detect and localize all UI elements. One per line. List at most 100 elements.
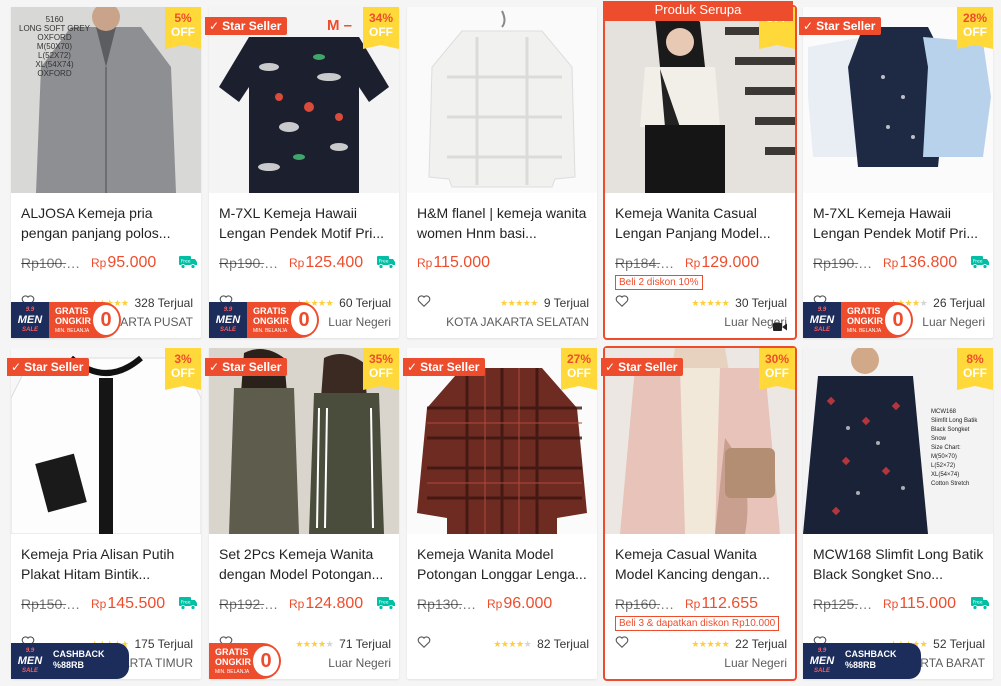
- star-seller-badge: ✓ Star Seller: [205, 358, 288, 376]
- discount-badge: 30% OFF: [759, 348, 795, 390]
- currency-label: Rp: [289, 256, 305, 270]
- men-sale-subtitle: SALE: [21, 668, 38, 674]
- price-value: 96.000: [503, 595, 553, 612]
- original-price: Rp100.000: [21, 255, 85, 271]
- shop-location: KOTA JAKARTA SELATAN: [446, 315, 589, 329]
- size-chart-line: Size Chart:: [931, 445, 961, 451]
- product-card[interactable]: Produk SerupaOFFKemeja Wanita Casual Len…: [603, 1, 797, 340]
- heart-outline-icon[interactable]: [615, 635, 629, 654]
- product-card[interactable]: ✓ Star Seller 3% OFF 9.9 MEN SALE CASHBACK %88RB…: [7, 348, 201, 679]
- product-title[interactable]: MCW168 Slimfit Long Batik Black Songket …: [813, 544, 985, 584]
- product-card[interactable]: 5% OFF 5160 LONG SOFT GREY OXFORD M(50X70) L(5…: [11, 7, 201, 338]
- product-title[interactable]: Set 2Pcs Kemeja Wanita dengan Model Poto…: [219, 544, 391, 584]
- size-chart-line: Slimfit Long Batik: [931, 418, 978, 424]
- discount-percent: 28%: [962, 11, 988, 25]
- currency-label: Rp: [487, 597, 503, 611]
- sale-price: Rp 95.000: [91, 254, 156, 272]
- discount-badge: 34% OFF: [363, 7, 399, 49]
- original-price: Rp130.863: [417, 596, 481, 612]
- product-card[interactable]: ✓ Star Seller 34% OFF M –9.9 MEN SALE GRATIS ONG…: [205, 7, 399, 338]
- svg-text:Free: Free: [379, 259, 389, 265]
- discount-percent: 35%: [368, 352, 394, 366]
- product-title[interactable]: H&M flanel | kemeja wanita women Hnm bas…: [417, 203, 589, 243]
- star-seller-badge: ✓ Star Seller: [601, 358, 684, 376]
- sale-price: Rp 145.500: [91, 595, 165, 613]
- product-card[interactable]: H&M flanel | kemeja wanita women Hnm bas…: [407, 7, 597, 338]
- discount-badge: 35% OFF: [363, 348, 399, 390]
- discount-percent: 5%: [174, 11, 192, 25]
- original-price: Rp184.286: [615, 255, 679, 271]
- product-grid: 5% OFF 5160 LONG SOFT GREY OXFORD M(50X70) L(5…: [0, 0, 1001, 686]
- men-sale-title: MEN: [17, 314, 43, 326]
- ongkir-label: ONGKIR: [253, 316, 289, 326]
- free-shipping-badge: GRATIS ONGKIR MIN. BELANJA 0: [841, 302, 913, 338]
- product-image[interactable]: [407, 7, 597, 193]
- product-card[interactable]: ✓ Star Seller 30% OFF Kemeja Casual Wanita M…: [601, 346, 797, 681]
- size-chart-line: XL(54X74): [35, 60, 74, 69]
- men-sale-title: MEN: [809, 655, 835, 667]
- price-value: 115.000: [899, 595, 956, 612]
- product-title[interactable]: Kemeja Wanita Casual Lengan Panjang Mode…: [615, 203, 787, 243]
- check-icon: ✓: [407, 360, 418, 374]
- product-title[interactable]: Kemeja Pria Alisan Putih Plakat Hitam Bi…: [21, 544, 193, 584]
- size-chart-line: M(50X70): [36, 42, 73, 51]
- price-value: 129.000: [701, 254, 760, 271]
- size-chart-line: L(52X72): [38, 51, 71, 60]
- men-sale-title: MEN: [215, 314, 241, 326]
- men-sale-badge: 9.9 MEN SALE: [803, 302, 841, 338]
- similar-products-banner[interactable]: Produk Serupa: [603, 1, 793, 21]
- currency-label: Rp: [289, 597, 305, 611]
- gratis-label: GRATIS: [215, 647, 249, 657]
- product-card[interactable]: ✓ Star Seller 35% OFF GRATIS ONGKIR MIN. BELAN…: [205, 348, 399, 679]
- original-price: Rp160.937: [615, 596, 679, 612]
- price-row: Rp150.0... Rp 145.500 Free: [21, 594, 197, 614]
- sold-count: 9 Terjual: [543, 296, 589, 310]
- size-chart-line: Cotton Stretch: [931, 481, 970, 487]
- price-row: Rp130.863 Rp 96.000: [417, 594, 593, 614]
- product-title[interactable]: M-7XL Kemeja Hawaii Lengan Pendek Motif …: [219, 203, 391, 243]
- price-row: Rp192.000 Rp 124.800 Free: [219, 594, 395, 614]
- heart-outline-icon[interactable]: [417, 635, 431, 654]
- size-chart-line: XL(54×74): [931, 472, 960, 478]
- product-title[interactable]: M-7XL Kemeja Hawaii Lengan Pendek Motif …: [813, 203, 985, 243]
- gratis-label: GRATIS: [253, 306, 287, 316]
- product-card[interactable]: ✓ Star Seller 28% OFF 9.9 MEN SALE GRATIS ONGKIR…: [799, 7, 993, 338]
- heart-outline-icon[interactable]: [615, 294, 629, 313]
- sold-count: 30 Terjual: [735, 296, 787, 310]
- currency-label: Rp: [883, 256, 899, 270]
- zero-amount: 0: [93, 305, 119, 335]
- cashback-label: CASHBACK: [53, 649, 105, 659]
- discount-off-label: OFF: [963, 25, 987, 39]
- zero-amount: 0: [291, 305, 317, 335]
- price-value: 124.800: [305, 595, 364, 612]
- men-sale-title: MEN: [809, 314, 835, 326]
- product-title[interactable]: Kemeja Casual Wanita Model Kancing denga…: [615, 544, 787, 584]
- rating-stars: ★★★★★: [493, 638, 532, 649]
- cashback-badge: CASHBACK %88RB: [841, 643, 921, 679]
- discount-off-label: OFF: [171, 366, 195, 380]
- product-title[interactable]: ALJOSA Kemeja pria pengan panjang polos.…: [21, 203, 193, 243]
- product-card[interactable]: 8% OFF MCW168 Slimfit Long Batik Black Songk…: [803, 348, 993, 679]
- shop-location: Luar Negeri: [724, 656, 787, 670]
- size-chart-line: 5160: [45, 15, 64, 24]
- discount-percent: 27%: [566, 352, 592, 366]
- price-value: 136.800: [899, 254, 958, 271]
- original-price: Rp150.0...: [21, 596, 85, 612]
- currency-label: Rp: [685, 597, 701, 611]
- original-price: Rp190.0...: [219, 255, 283, 271]
- men-sale-subtitle: SALE: [21, 327, 38, 333]
- heart-outline-icon[interactable]: [417, 294, 431, 313]
- men-sale-badge: 9.9 MEN SALE: [11, 302, 49, 338]
- product-card[interactable]: ✓ Star Seller 27% OFF Kemeja Wanita Model Po…: [403, 348, 597, 679]
- price-row: Rp 115.000: [417, 253, 593, 273]
- promo-strip: 9.9 MEN SALE CASHBACK %88RB: [803, 643, 993, 679]
- men-sale-badge: 9.9 MEN SALE: [803, 643, 841, 679]
- discount-percent: 34%: [368, 11, 394, 25]
- sale-price: Rp 96.000: [487, 595, 552, 613]
- cashback-amount: %88RB: [845, 660, 877, 670]
- product-title[interactable]: Kemeja Wanita Model Potongan Longgar Len…: [417, 544, 589, 584]
- promo-strip: 9.9 MEN SALE CASHBACK %88RB: [11, 643, 201, 679]
- promo-strip: 9.9 MEN SALE GRATIS ONGKIR MIN. BELANJA 0: [803, 302, 993, 338]
- svg-text:Free: Free: [379, 600, 389, 606]
- ongkir-label: ONGKIR: [55, 316, 91, 326]
